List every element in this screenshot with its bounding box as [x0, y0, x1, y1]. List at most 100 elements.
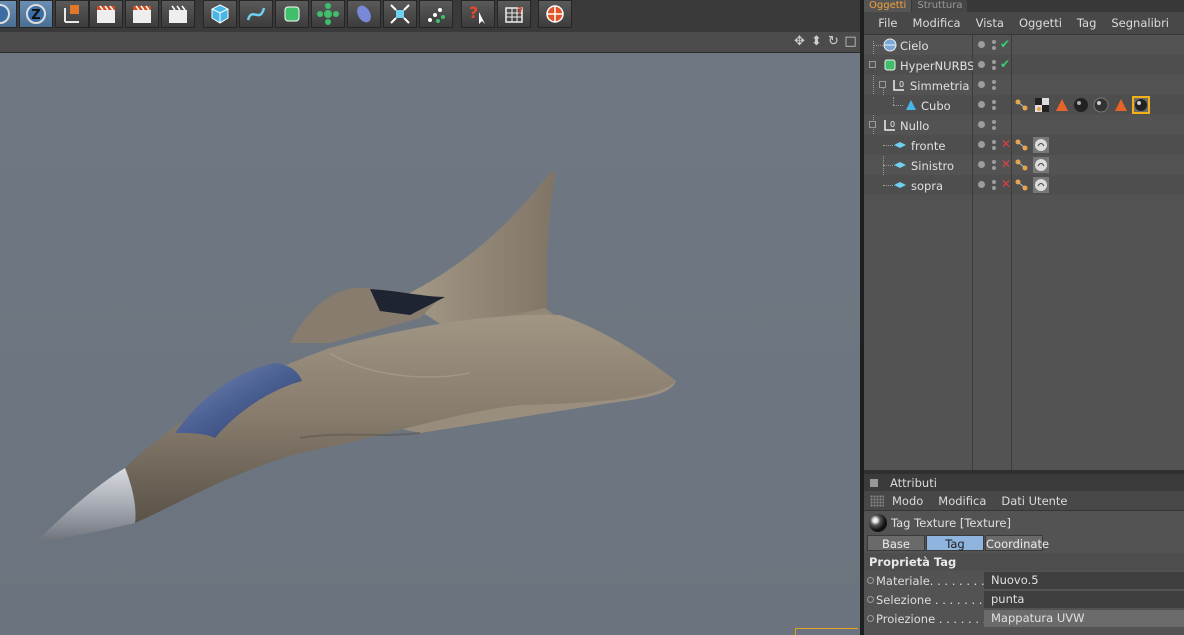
render-visibility-dot[interactable]	[992, 106, 996, 110]
y-axis-lock-button[interactable]	[0, 0, 17, 28]
object-name[interactable]: Cielo	[900, 39, 929, 53]
pan-icon[interactable]: ✥	[792, 34, 807, 49]
texture-tag-icon[interactable]	[1033, 137, 1049, 153]
object-name[interactable]: Cubo	[921, 99, 951, 113]
menu-file[interactable]: File	[878, 16, 897, 30]
disabled-x-icon[interactable]: ✕	[1001, 177, 1011, 191]
object-row-simmetria[interactable]: 0 Simmetria	[864, 75, 972, 95]
polygon-selection-tag-icon[interactable]	[1054, 97, 1070, 113]
enabled-check-icon[interactable]: ✔	[1000, 57, 1010, 71]
object-row-sopra[interactable]: sopra	[864, 175, 972, 195]
phong-tag-icon[interactable]	[1014, 97, 1030, 113]
add-scene-button[interactable]	[383, 0, 417, 28]
add-nurbs-button[interactable]	[275, 0, 309, 28]
layer-dot[interactable]	[978, 121, 985, 128]
layer-dot[interactable]	[978, 81, 985, 88]
animation-dot-icon[interactable]	[867, 596, 874, 603]
3d-viewport[interactable]	[0, 53, 860, 635]
maximize-view-icon[interactable]: □	[843, 34, 858, 49]
object-row-nullo[interactable]: 0 Nullo	[864, 115, 972, 135]
render-view-button[interactable]	[89, 0, 123, 28]
menu-tag[interactable]: Tag	[1077, 16, 1096, 30]
editor-visibility-dot[interactable]	[992, 60, 996, 64]
rotate-icon[interactable]: ↻	[826, 34, 841, 49]
texture-tag-icon[interactable]	[1033, 177, 1049, 193]
render-visibility-dot[interactable]	[992, 126, 996, 130]
editor-visibility-dot[interactable]	[992, 40, 996, 44]
editor-visibility-dot[interactable]	[992, 120, 996, 124]
polygon-selection-tag-icon[interactable]	[1113, 97, 1129, 113]
object-name[interactable]: sopra	[911, 179, 943, 193]
render-visibility-dot[interactable]	[992, 186, 996, 190]
menu-mode[interactable]: Modo	[892, 494, 923, 508]
object-row-sinistro[interactable]: Sinistro	[864, 155, 972, 175]
uvw-tag-icon[interactable]	[1034, 97, 1050, 113]
layer-dot[interactable]	[978, 101, 985, 108]
disabled-x-icon[interactable]: ✕	[1001, 137, 1011, 151]
help-button[interactable]: ?	[461, 0, 495, 28]
render-visibility-dot[interactable]	[992, 146, 996, 150]
editor-visibility-dot[interactable]	[992, 100, 996, 104]
layer-dot[interactable]	[978, 161, 985, 168]
add-cube-button[interactable]	[203, 0, 237, 28]
menu-view[interactable]: Vista	[976, 16, 1004, 30]
selected-texture-tag-icon[interactable]	[1132, 96, 1150, 114]
phong-tag-icon[interactable]	[1014, 157, 1030, 173]
object-name[interactable]: HyperNURBS	[900, 59, 975, 73]
editor-visibility-dot[interactable]	[992, 80, 996, 84]
tab-tag[interactable]: Tag	[926, 535, 984, 551]
texture-tag-icon[interactable]	[1033, 157, 1049, 173]
texture-tag-icon[interactable]	[1073, 97, 1089, 113]
material-field[interactable]: Nuovo.5	[984, 572, 1184, 589]
layer-dot[interactable]	[978, 181, 985, 188]
render-visibility-dot[interactable]	[992, 166, 996, 170]
web-button[interactable]	[538, 0, 572, 28]
disabled-x-icon[interactable]: ✕	[1001, 157, 1011, 171]
render-visibility-dot[interactable]	[992, 66, 996, 70]
texture-tag-icon[interactable]	[1093, 97, 1109, 113]
menu-objects[interactable]: Oggetti	[1019, 16, 1062, 30]
editor-visibility-dot[interactable]	[992, 140, 996, 144]
render-visibility-dot[interactable]	[992, 46, 996, 50]
object-row-fronte[interactable]: fronte	[864, 135, 972, 155]
tab-objects[interactable]: Oggetti	[864, 0, 912, 12]
object-name[interactable]: fronte	[911, 139, 945, 153]
tab-base[interactable]: Base	[867, 535, 925, 551]
add-array-button[interactable]	[311, 0, 345, 28]
menu-edit[interactable]: Modifica	[913, 16, 961, 30]
panel-square-icon[interactable]	[870, 478, 878, 487]
phong-tag-icon[interactable]	[1014, 137, 1030, 153]
animation-dot-icon[interactable]	[867, 615, 874, 622]
render-visibility-dot[interactable]	[992, 86, 996, 90]
phong-tag-icon[interactable]	[1014, 177, 1030, 193]
object-name[interactable]: Simmetria	[910, 79, 969, 93]
projection-dropdown[interactable]: Mappatura UVW	[984, 610, 1184, 627]
object-name[interactable]: Nullo	[900, 119, 929, 133]
layer-dot[interactable]	[978, 61, 985, 68]
z-axis-lock-button[interactable]: Z	[19, 0, 53, 28]
enabled-check-icon[interactable]: ✔	[1000, 37, 1010, 51]
add-particle-button[interactable]	[419, 0, 453, 28]
render-settings-button[interactable]	[161, 0, 195, 28]
selection-field[interactable]: punta	[984, 591, 1184, 608]
menu-bookmarks[interactable]: Segnalibri	[1111, 16, 1169, 30]
tab-structure[interactable]: Struttura	[912, 0, 968, 12]
menu-user-data[interactable]: Dati Utente	[1001, 494, 1067, 508]
dolly-icon[interactable]: ⬍	[809, 34, 824, 49]
object-row-cielo[interactable]: Cielo	[864, 35, 972, 55]
add-deformer-button[interactable]	[347, 0, 381, 28]
object-name[interactable]: Sinistro	[911, 159, 954, 173]
tab-coordinates[interactable]: Coordinate	[985, 535, 1049, 551]
layer-dot[interactable]	[978, 141, 985, 148]
menu-edit[interactable]: Modifica	[938, 494, 986, 508]
object-row-hypernurbs[interactable]: HyperNURBS	[864, 55, 975, 75]
object-row-cubo[interactable]: Cubo	[864, 95, 972, 115]
add-spline-button[interactable]	[239, 0, 273, 28]
script-manager-button[interactable]: ?	[497, 0, 531, 28]
editor-visibility-dot[interactable]	[992, 180, 996, 184]
render-picture-viewer-button[interactable]	[125, 0, 159, 28]
coordinate-system-button[interactable]	[55, 0, 89, 28]
layer-dot[interactable]	[978, 41, 985, 48]
editor-visibility-dot[interactable]	[992, 160, 996, 164]
animation-dot-icon[interactable]	[867, 577, 874, 584]
